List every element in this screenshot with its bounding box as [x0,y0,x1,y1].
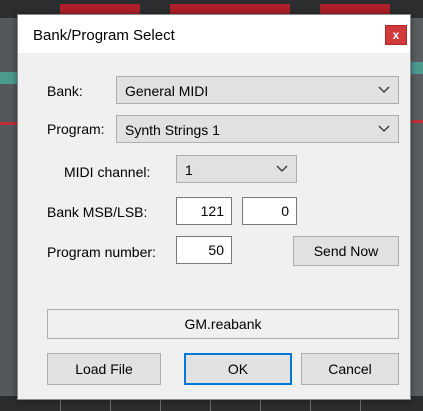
bank-dropdown[interactable]: General MIDI [116,76,399,104]
background-marker [0,72,18,84]
load-file-button[interactable]: Load File [47,353,161,385]
bank-msb-field[interactable]: 121 [176,197,232,225]
background-item [60,4,140,14]
program-number-label: Program number: [47,244,156,260]
bank-value: General MIDI [125,83,209,99]
chevron-down-icon [276,165,288,172]
bank-label: Bank: [47,83,83,99]
close-button[interactable]: x [385,25,407,45]
background-marker [0,122,17,125]
bank-msb-lsb-label: Bank MSB/LSB: [47,204,148,220]
close-icon: x [392,28,400,42]
background-right-panel [411,18,423,396]
chevron-down-icon [378,125,390,132]
background-marker [411,120,423,123]
midi-channel-dropdown[interactable]: 1 [176,155,297,183]
program-number-field[interactable]: 50 [176,236,232,264]
dialog-title: Bank/Program Select [33,27,175,44]
title-bar[interactable]: Bank/Program Select x [18,15,410,53]
program-value: Synth Strings 1 [125,122,220,138]
background-item [320,4,390,14]
bank-lsb-field[interactable]: 0 [242,197,297,225]
bank-program-select-dialog: Bank/Program Select x Bank: General MIDI… [17,14,411,400]
cancel-button[interactable]: Cancel [301,353,399,385]
background-marker [411,62,423,74]
midi-channel-label: MIDI channel: [64,164,151,180]
chevron-down-icon [378,86,390,93]
ok-button[interactable]: OK [184,353,292,385]
midi-channel-value: 1 [185,162,193,178]
program-dropdown[interactable]: Synth Strings 1 [116,115,399,143]
background-item [170,4,290,14]
program-label: Program: [47,121,105,137]
send-now-button[interactable]: Send Now [293,236,399,266]
reabank-file-display: GM.reabank [47,309,399,339]
